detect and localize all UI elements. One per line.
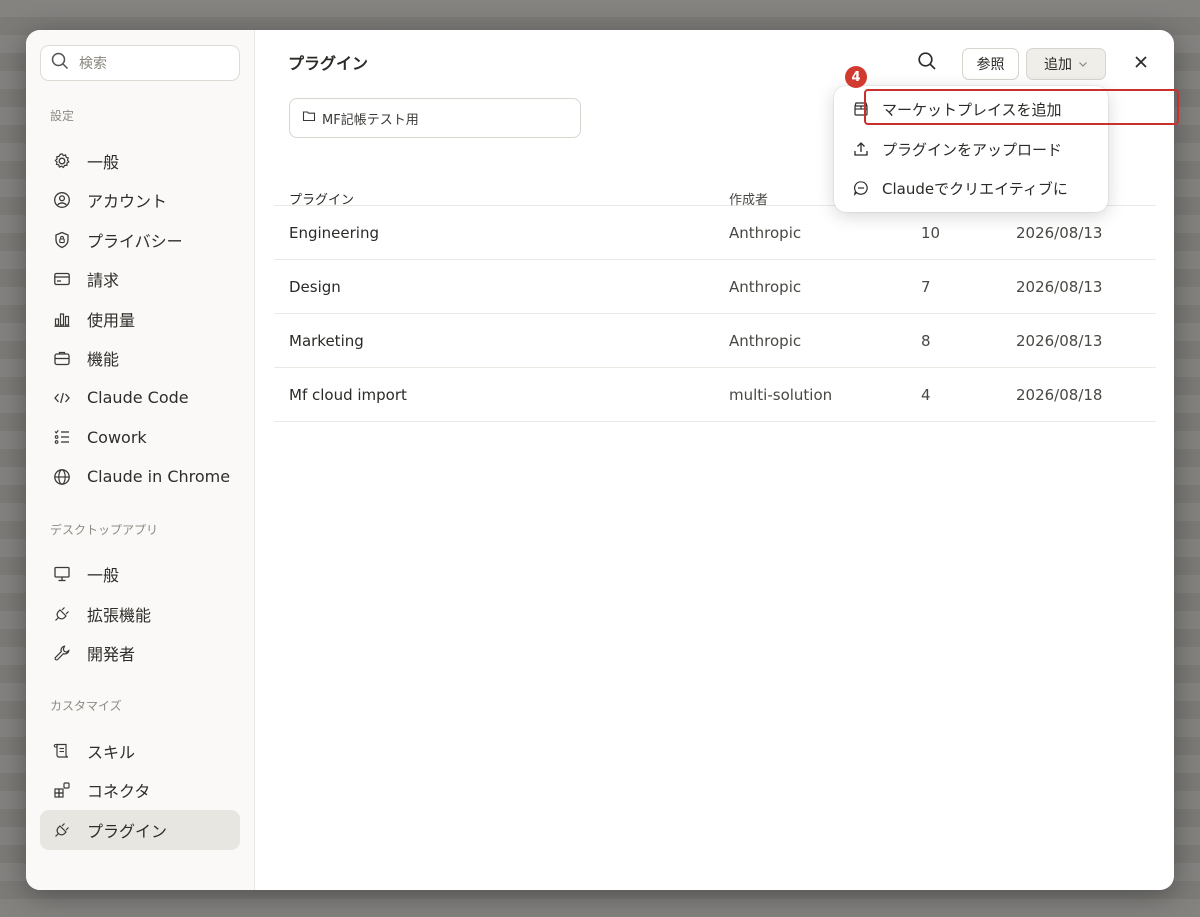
checklist-icon [52,427,72,447]
menu-item-label: Claudeでクリエイティブに [882,179,1068,198]
plugin-author: Anthropic [729,223,802,242]
plug-icon [52,604,72,624]
plugin-author: Anthropic [729,331,802,350]
sidebar-item-label: 拡張機能 [87,605,152,625]
sidebar-item-label: 一般 [87,152,120,172]
wrench-icon [52,643,72,663]
plugin-date: 2026/08/18 [1016,385,1103,404]
sidebar-item-privacy[interactable]: プライバシー [40,220,240,260]
sidebar-item-usage[interactable]: 使用量 [40,299,240,339]
sidebar-item-cowork[interactable]: Cowork [40,418,240,458]
table-row[interactable]: Engineering Anthropic 10 2026/08/13 [274,206,1156,260]
search-icon [51,52,79,74]
upload-icon [852,140,870,158]
scroll-icon [52,741,72,761]
bar-chart-icon [52,309,72,329]
table-row[interactable]: Marketing Anthropic 8 2026/08/13 [274,314,1156,368]
sidebar-item-label: プライバシー [87,231,183,251]
chat-bubble-icon [852,179,870,197]
sidebar-item-label: 請求 [87,271,120,291]
sidebar-search-input[interactable]: 検索 [40,45,240,81]
sidebar-item-developer[interactable]: 開発者 [40,634,240,674]
close-button[interactable] [1130,52,1152,74]
plug-icon [52,820,72,840]
sidebar-item-plugins[interactable]: プラグイン [40,810,240,850]
plugin-name: Mf cloud import [289,385,407,404]
table-row[interactable]: Mf cloud import multi-solution 4 2026/08… [274,368,1156,422]
step-badge: 4 [845,66,867,88]
plugin-author: Anthropic [729,277,802,296]
sidebar-item-label: 開発者 [87,645,136,665]
plugin-name: Design [289,277,341,296]
sidebar: 検索 設定 一般 アカウント プライバシー 請求 使用量 機能 Claude C… [26,30,255,890]
menu-item-upload-plugin[interactable]: プラグインをアップロード [834,130,1108,168]
sidebar-item-label: Claude Code [87,388,189,408]
search-placeholder: 検索 [79,56,107,72]
table-row[interactable]: Design Anthropic 7 2026/08/13 [274,260,1156,314]
sidebar-item-label: 機能 [87,350,120,370]
sidebar-item-general[interactable]: 一般 [40,141,240,181]
sidebar-item-extensions[interactable]: 拡張機能 [40,594,240,634]
folder-icon [302,109,322,127]
add-button-label: 追加 [1044,57,1072,73]
sidebar-item-label: プラグイン [87,821,168,841]
sidebar-item-claude-code[interactable]: Claude Code [40,378,240,418]
sidebar-item-label: コネクタ [87,782,151,802]
plugin-count: 7 [921,277,931,296]
page-title: プラグイン [288,54,369,73]
monitor-icon [52,564,72,584]
section-label-settings: 設定 [50,109,75,123]
briefcase-icon [52,348,72,368]
sidebar-item-label: 使用量 [87,310,136,330]
sidebar-item-features[interactable]: 機能 [40,339,240,379]
highlight-box [864,89,1179,125]
sidebar-item-desktop-general[interactable]: 一般 [40,555,240,595]
user-circle-icon [52,190,72,210]
sidebar-item-label: Cowork [87,427,147,447]
grid-plus-icon [52,780,72,800]
close-icon [1134,54,1148,73]
sidebar-item-connectors[interactable]: コネクタ [40,771,240,811]
sidebar-item-skills[interactable]: スキル [40,731,240,771]
chevron-down-icon [1078,59,1088,69]
sidebar-item-account[interactable]: アカウント [40,181,240,221]
credit-card-icon [52,269,72,289]
plugin-date: 2026/08/13 [1016,277,1103,296]
add-button[interactable]: 追加 [1026,48,1106,80]
sidebar-item-label: Claude in Chrome [87,467,231,487]
plugin-name: Marketing [289,331,364,350]
plugin-count: 8 [921,331,931,350]
browse-button[interactable]: 参照 [962,48,1019,80]
sidebar-item-label: アカウント [87,192,168,212]
sidebar-item-claude-in-chrome[interactable]: Claude in Chrome [40,457,240,497]
globe-icon [52,467,72,487]
shield-icon [52,230,72,250]
plugin-count: 10 [921,223,941,242]
plugin-author: multi-solution [729,385,833,404]
plugin-search-button[interactable] [915,51,939,75]
sidebar-item-label: スキル [87,742,136,762]
plugin-date: 2026/08/13 [1016,331,1103,350]
search-icon [917,51,937,75]
plugin-count: 4 [921,385,931,404]
folder-label: MF記帳テスト用 [322,112,419,128]
plugin-name: Engineering [289,223,379,242]
menu-item-create-with-claude[interactable]: Claudeでクリエイティブに [834,169,1108,207]
plugins-table: プラグイン 作成者 Engineering Anthropic 10 2026/… [274,176,1156,422]
folder-selector[interactable]: MF記帳テスト用 [289,98,581,138]
code-icon [52,388,72,408]
sidebar-item-billing[interactable]: 請求 [40,260,240,300]
plugin-date: 2026/08/13 [1016,223,1103,242]
browse-button-label: 参照 [976,57,1005,73]
menu-item-label: プラグインをアップロード [882,140,1063,159]
section-label-customize: カスタマイズ [50,699,122,713]
section-label-desktop: デスクトップアプリ [50,522,159,537]
sidebar-item-label: 一般 [87,566,120,586]
gear-icon [52,151,72,171]
